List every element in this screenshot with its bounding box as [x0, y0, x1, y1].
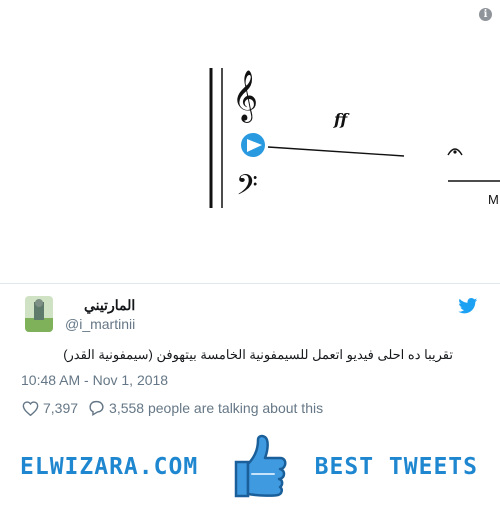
tweet-text: تقريبا ده احلى فيديو اتعمل للسيمفونية ال…	[63, 347, 453, 362]
tweet-video-media[interactable]: 𝄞 𝄢 ff M i	[0, 0, 500, 283]
display-name[interactable]: المارتيني	[65, 297, 135, 314]
info-icon[interactable]: i	[479, 8, 492, 21]
svg-text:𝄢: 𝄢	[236, 169, 258, 209]
comment-bubble-icon	[89, 400, 104, 416]
site-brand-text[interactable]: ELWIZARA.COM	[20, 454, 198, 480]
user-handle[interactable]: @i_martinii	[65, 316, 135, 332]
bass-clef-icon: 𝄢	[236, 169, 258, 209]
like-count: 7,397	[43, 400, 79, 416]
best-tweets-text: BEST TWEETS	[314, 454, 478, 480]
video-play-logo-icon[interactable]	[241, 133, 265, 157]
tweet-actions: 7,397 3,558 people are talking about thi…	[22, 400, 323, 416]
avatar[interactable]	[25, 296, 53, 332]
cut-off-label: M	[488, 192, 499, 207]
svg-text:𝄞: 𝄞	[232, 70, 258, 123]
heart-icon	[22, 400, 39, 416]
like-button[interactable]: 7,397	[22, 400, 78, 416]
media-divider	[0, 283, 500, 284]
talking-link[interactable]: 3,558 people are talking about this	[88, 400, 323, 416]
tweet-timestamp[interactable]: 10:48 AM - Nov 1, 2018	[21, 372, 168, 388]
twitter-bird-icon[interactable]	[458, 298, 478, 319]
talking-text: 3,558 people are talking about this	[109, 400, 324, 416]
tweet-author[interactable]: المارتيني @i_martinii	[25, 296, 135, 332]
treble-clef-icon: 𝄞	[232, 70, 258, 123]
elwizara-banner: ELWIZARA.COM BEST TWEETS	[0, 432, 500, 503]
dynamic-marking: ff	[334, 110, 348, 129]
fermata-icon	[447, 148, 463, 156]
music-score-frame: 𝄞 𝄢	[209, 68, 500, 209]
thumbs-up-icon	[230, 434, 288, 505]
